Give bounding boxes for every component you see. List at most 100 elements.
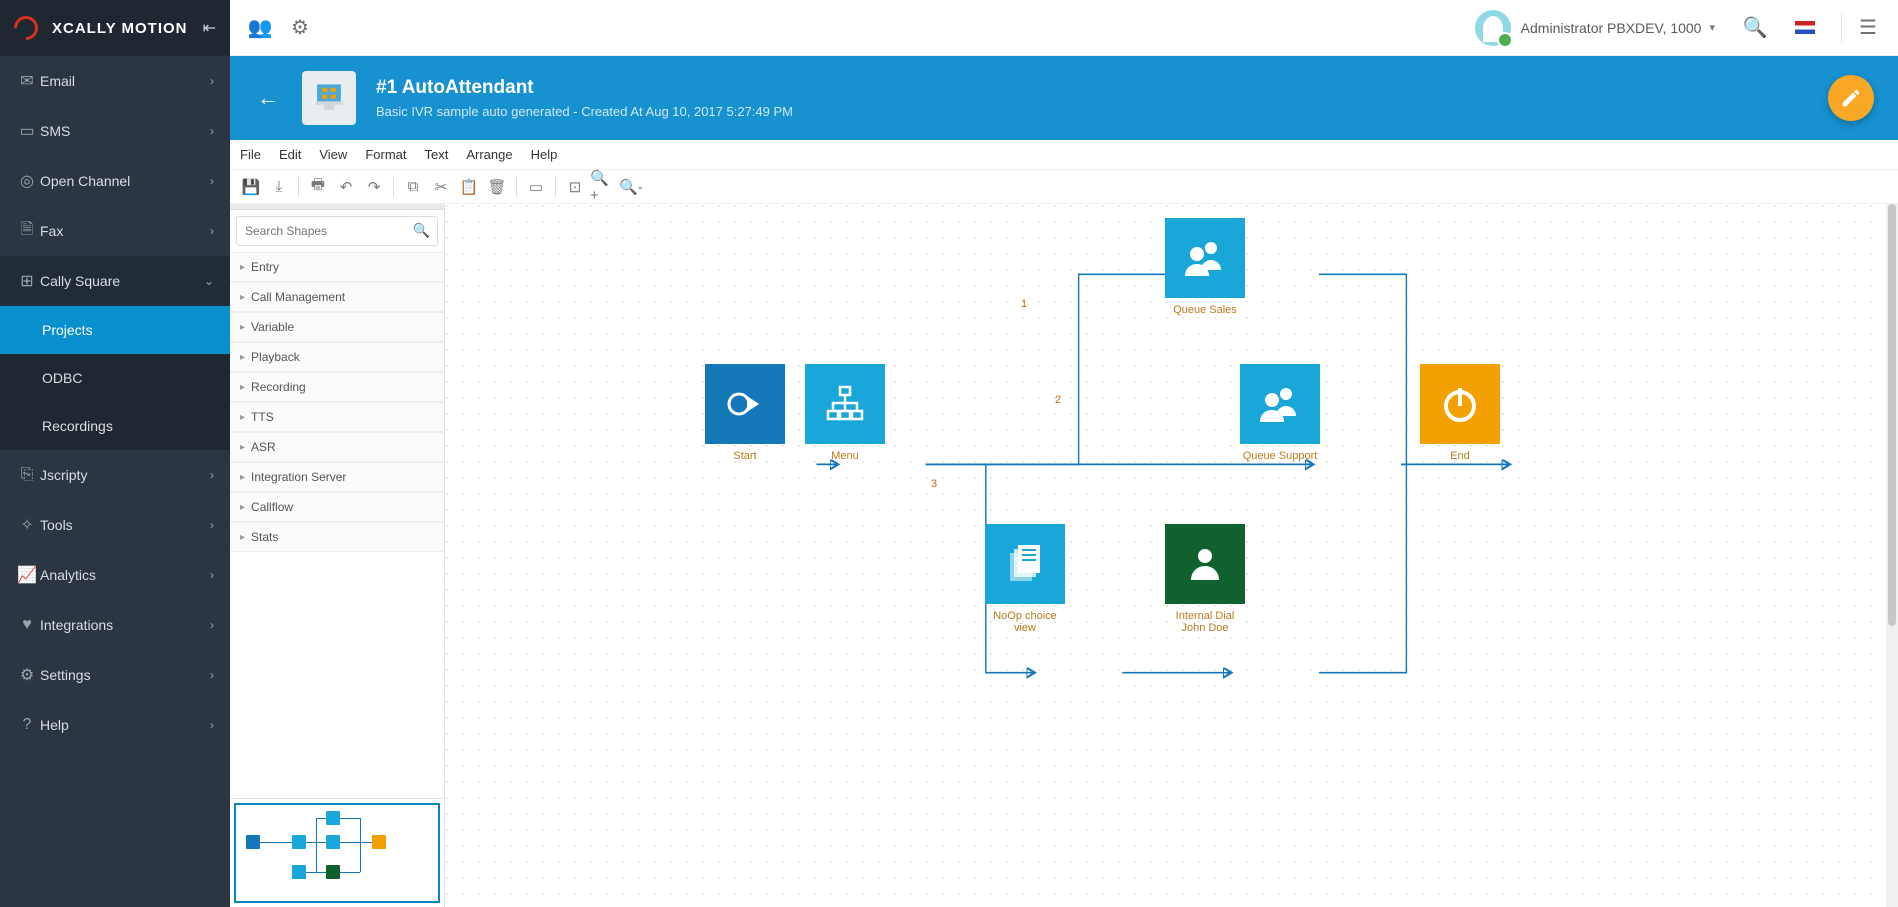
palette-search: 🔍 [236,216,438,246]
queue-icon [1165,218,1245,298]
palette-category-recording[interactable]: Recording [230,372,444,402]
sidebar-item-email[interactable]: ✉ Email › [0,56,230,106]
palette-category-playback[interactable]: Playback [230,342,444,372]
sidebar-item-label: Projects [42,322,214,338]
editor-body: 🔍 Entry Call Management Variable Playbac… [230,204,1898,907]
node-internal-dial[interactable]: Internal Dial John Doe [1165,524,1245,634]
gear-icon[interactable]: ⚙ [280,8,320,48]
node-noop[interactable]: NoOp choice view [985,524,1065,634]
locale-flag-icon[interactable] [1795,21,1815,34]
menu-format[interactable]: Format [365,147,406,162]
app-sidebar: XCALLY MOTION ⇤ ✉ Email › ▭ SMS › ◎ Open… [0,0,230,907]
palette-category-entry[interactable]: Entry [230,252,444,282]
cut-icon[interactable]: ✂ [428,174,454,200]
palette-category-integration[interactable]: Integration Server [230,462,444,492]
sidebar-item-integrations[interactable]: ♥ Integrations › [0,600,230,650]
menu-file[interactable]: File [240,147,261,162]
zoom-in-icon[interactable]: 🔍+ [590,174,616,200]
callysquare-icon: ⊞ [14,271,40,291]
palette-category-asr[interactable]: ASR [230,432,444,462]
email-icon: ✉ [14,71,40,91]
palette-category-callmgmt[interactable]: Call Management [230,282,444,312]
brand-name: XCALLY MOTION [52,20,203,37]
sidebar-item-callysquare[interactable]: ⊞ Cally Square ⌄ [0,256,230,306]
sidebar-callysquare-children: Projects ODBC Recordings [0,306,230,450]
list-icon[interactable]: ☰ [1848,8,1888,48]
palette-category-variable[interactable]: Variable [230,312,444,342]
menu-text[interactable]: Text [424,147,448,162]
sidebar-item-label: Integrations [40,617,210,633]
redo-icon[interactable]: ↷ [361,174,387,200]
canvas-overview[interactable] [230,798,444,907]
sidebar-item-label: Cally Square [40,273,204,289]
sms-icon: ▭ [14,121,40,141]
actual-size-icon[interactable]: ⊡ [562,174,588,200]
paste-icon[interactable]: 📋 [456,174,482,200]
node-queue-sales[interactable]: Queue Sales [1165,218,1245,316]
chevron-right-icon: › [210,718,214,732]
node-label: End [1420,450,1500,462]
sidebar-item-analytics[interactable]: 📈 Analytics › [0,550,230,600]
menu-arrange[interactable]: Arrange [466,147,512,162]
sidebar-item-label: Tools [40,517,210,533]
fit-page-icon[interactable]: ▭ [523,174,549,200]
undo-icon[interactable]: ↶ [333,174,359,200]
back-button[interactable]: ← [254,85,282,111]
separator [298,177,299,197]
node-menu[interactable]: Menu [805,364,885,462]
separator [1841,13,1842,43]
menu-edit[interactable]: Edit [279,147,301,162]
chevron-right-icon: › [210,468,214,482]
chevron-right-icon: › [210,74,214,88]
sidebar-item-projects[interactable]: Projects [0,306,230,354]
palette-category-tts[interactable]: TTS [230,402,444,432]
node-queue-support[interactable]: Queue Support [1240,364,1320,462]
sidebar-item-jscripty[interactable]: ⎘ Jscripty › [0,450,230,500]
chevron-right-icon: › [210,618,214,632]
search-icon: 🔍 [413,222,430,239]
node-start[interactable]: Start [705,364,785,462]
copy-icon[interactable]: ⧉ [400,174,426,200]
node-label: Menu [805,450,885,462]
sidebar-item-label: Help [40,717,210,733]
chevron-right-icon: › [210,668,214,682]
node-label: Queue Sales [1165,304,1245,316]
sidebar-item-settings[interactable]: ⚙ Settings › [0,650,230,700]
menu-help[interactable]: Help [531,147,558,162]
sidebar-item-fax[interactable]: 🗎 Fax › [0,206,230,256]
diagram-canvas[interactable]: 1 2 3 Start Menu Queue Sales [445,204,1898,907]
sidebar-nav: ✉ Email › ▭ SMS › ◎ Open Channel › 🗎 Fax… [0,56,230,907]
print-icon[interactable]: 🖶 [305,174,331,200]
sidebar-item-sms[interactable]: ▭ SMS › [0,106,230,156]
sidebar-item-label: SMS [40,123,210,139]
palette-category-stats[interactable]: Stats [230,522,444,552]
palette-search-input[interactable] [236,216,438,246]
chevron-right-icon: › [210,224,214,238]
edit-fab-button[interactable] [1828,75,1874,121]
sidebar-item-recordings[interactable]: Recordings [0,402,230,450]
delete-icon[interactable]: 🗑 [484,174,510,200]
sidebar-item-tools[interactable]: ✧ Tools › [0,500,230,550]
node-end[interactable]: End [1420,364,1500,462]
canvas-scrollbar-vertical[interactable] [1886,204,1898,907]
avatar-icon [1475,10,1511,46]
sidebar-collapse-icon[interactable]: ⇤ [203,18,216,38]
chevron-right-icon: › [210,568,214,582]
download-icon[interactable]: ⤓ [266,174,292,200]
chevron-right-icon: › [210,518,214,532]
sidebar-item-odbc[interactable]: ODBC [0,354,230,402]
palette-category-callflow[interactable]: Callflow [230,492,444,522]
save-icon[interactable]: 💾 [238,174,264,200]
sidebar-item-openchannel[interactable]: ◎ Open Channel › [0,156,230,206]
separator [516,177,517,197]
search-icon[interactable]: 🔍 [1735,8,1775,48]
contacts-icon[interactable]: 👥 [240,8,280,48]
menu-view[interactable]: View [319,147,347,162]
user-menu[interactable]: Administrator PBXDEV, 1000 ▾ [1475,10,1735,46]
chevron-down-icon: ⌄ [204,274,214,288]
chevron-down-icon: ▾ [1709,21,1715,34]
overview-viewport[interactable] [234,803,440,903]
user-name: Administrator PBXDEV, 1000 [1521,20,1702,36]
zoom-out-icon[interactable]: 🔍- [618,174,644,200]
sidebar-item-help[interactable]: ? Help › [0,700,230,750]
